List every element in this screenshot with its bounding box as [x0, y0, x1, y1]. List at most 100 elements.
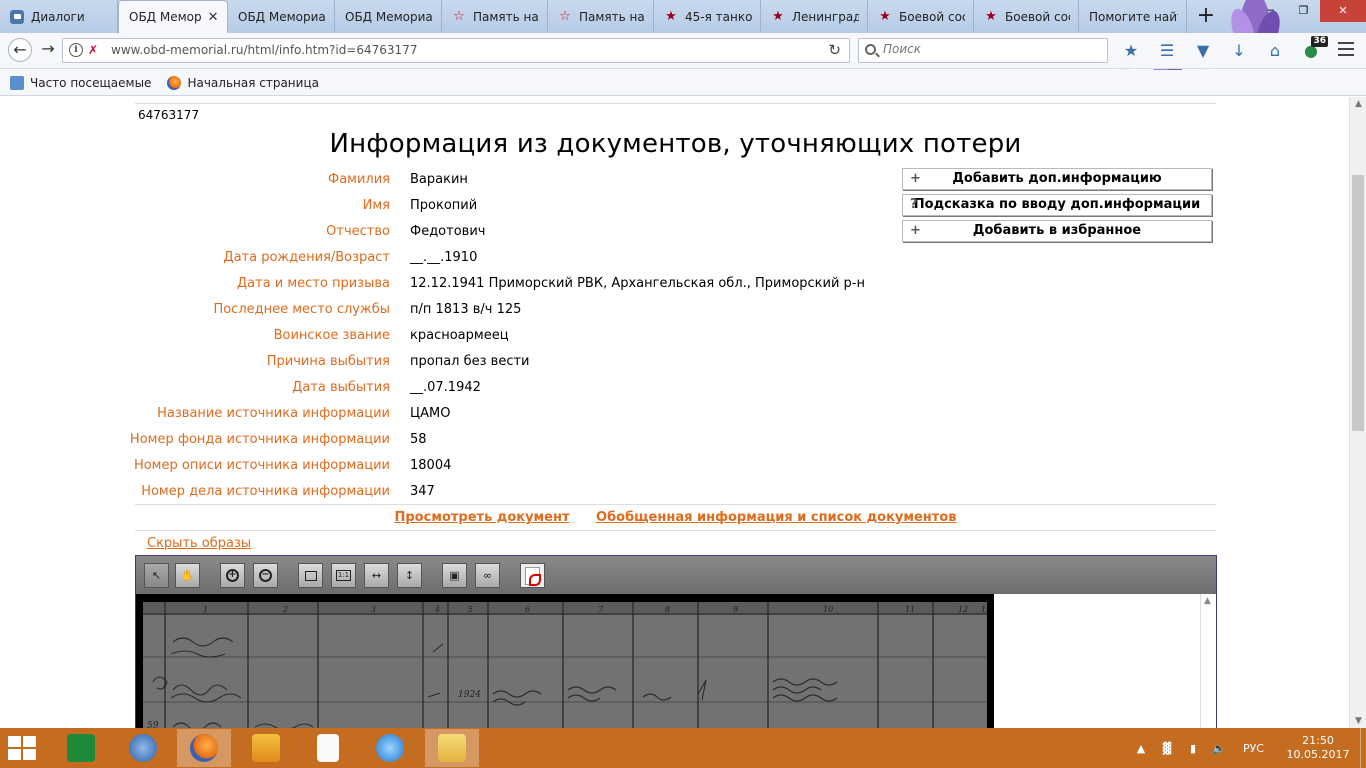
input-hint-button[interactable]: ? Подсказка по вводу доп.информации — [902, 194, 1212, 216]
firefox-icon — [167, 75, 182, 90]
reload-icon[interactable]: ↻ — [828, 41, 841, 59]
clock-date: 10.05.2017 — [1286, 748, 1350, 761]
field-row: Название источника информации ЦАМО — [135, 400, 895, 426]
scan-column-number: 12 — [958, 605, 968, 614]
minimize-icon[interactable]: ─ — [1254, 0, 1287, 22]
tab-label: ОБД Мемориал — [238, 9, 326, 24]
tray-arrow-icon[interactable]: ▲ — [1133, 742, 1149, 755]
scan-year: 1924 — [458, 690, 481, 700]
add-info-button[interactable]: + Добавить доп.информацию — [902, 168, 1212, 190]
link-icon[interactable]: ∞ — [475, 563, 500, 588]
tab-4[interactable]: ОБД Мемориал — [335, 0, 442, 33]
tab-3[interactable]: ОБД Мемориал — [228, 0, 335, 33]
field-label: Номер дела источника информации — [141, 484, 390, 499]
add-favorite-button[interactable]: + Добавить в избранное — [902, 220, 1212, 242]
url-text[interactable]: www.obd-memorial.ru/html/info.htm?id=647… — [111, 43, 417, 57]
app-badge-icon[interactable] — [239, 729, 293, 767]
pocket-icon[interactable]: ▼ — [1190, 40, 1216, 62]
zoom-in-icon[interactable]: + — [220, 563, 245, 588]
language-indicator[interactable]: РУС — [1243, 742, 1264, 755]
button-label: Добавить в избранное — [972, 223, 1142, 238]
scroll-up-icon[interactable]: ▲ — [1350, 99, 1366, 109]
bookmark-star-icon[interactable]: ★ — [1118, 40, 1144, 62]
page-scrollbar[interactable]: ▲ ▼ — [1349, 97, 1366, 728]
field-row: Номер описи источника информации 18004 — [134, 452, 895, 478]
tab-label: Память нар — [579, 9, 645, 24]
search-box[interactable] — [858, 38, 1108, 63]
page-title: Информация из документов, уточняющих пот… — [329, 129, 1022, 159]
actual-size-icon[interactable]: 1:1 — [331, 563, 356, 588]
menu-icon[interactable] — [1338, 42, 1354, 56]
hide-images-link[interactable]: Скрыть образы — [147, 536, 251, 551]
field-label: Название источника информации — [157, 406, 390, 421]
volume-icon[interactable]: 🔈 — [1211, 742, 1227, 755]
field-row: Номер фонда источника информации 58 — [130, 426, 895, 452]
tab-1[interactable]: Диалоги — [0, 0, 118, 33]
hand-tool-icon[interactable]: ✋ — [175, 563, 200, 588]
network-icon[interactable]: ▓ — [1159, 742, 1175, 755]
field-label: Отчество — [326, 224, 390, 239]
viewer-scrollbar[interactable]: ▲ — [1200, 594, 1216, 728]
clock[interactable]: 21:50 10.05.2017 — [1284, 734, 1352, 762]
select-tool-icon[interactable]: ↖ — [144, 563, 169, 588]
tracking-shield-icon[interactable]: ✗ — [88, 43, 98, 57]
plus-icon: + — [910, 223, 921, 238]
tab-8[interactable]: ★ Ленинградс — [761, 0, 868, 33]
start-icon[interactable] — [8, 736, 38, 760]
site-info-icon[interactable]: i — [69, 43, 83, 57]
extension-icon[interactable]: ● 36 — [1298, 36, 1328, 62]
view-document-link[interactable]: Просмотреть документ — [395, 510, 570, 525]
system-tray: ▲ ▓ ▮ 🔈 РУС 21:50 10.05.2017 — [1133, 728, 1366, 768]
window-controls: ─ ❐ ✕ — [1254, 0, 1366, 22]
bookmark-label: Часто посещаемые — [30, 75, 152, 90]
forward-icon[interactable]: → — [36, 38, 60, 62]
dialog-icon — [10, 9, 24, 24]
summary-link[interactable]: Обобщенная информация и список документо… — [596, 510, 956, 525]
search-input[interactable] — [883, 42, 1098, 56]
home-icon[interactable]: ⌂ — [1262, 40, 1288, 62]
bookmark-home[interactable]: Начальная страница — [167, 75, 319, 90]
field-label: Номер описи источника информации — [133, 458, 390, 473]
bookmarks-menu-icon[interactable]: ☰ — [1154, 40, 1180, 62]
pdf-icon[interactable] — [520, 563, 545, 588]
save-icon[interactable]: ▣ — [442, 563, 467, 588]
document-icon[interactable] — [301, 729, 355, 767]
battery-icon[interactable]: ▮ — [1185, 742, 1201, 755]
new-tab-button[interactable]: + — [1194, 4, 1218, 28]
internet-explorer-icon[interactable] — [363, 729, 417, 767]
bookmark-frequent[interactable]: Часто посещаемые — [10, 75, 152, 90]
tab-7[interactable]: ★ 45-я танков — [654, 0, 761, 33]
tab-6[interactable]: ☆ Память нар — [548, 0, 654, 33]
tab-10[interactable]: ★ Боевой сос — [974, 0, 1079, 33]
window-close-icon[interactable]: ✕ — [1320, 0, 1366, 22]
tab-9[interactable]: ★ Боевой сост — [868, 0, 974, 33]
scroll-down-icon[interactable]: ▼ — [1350, 716, 1366, 726]
tab-11[interactable]: Помогите найт — [1079, 0, 1187, 33]
notification-badge: 36 — [1311, 36, 1328, 47]
tab-5[interactable]: ☆ Память нар — [442, 0, 548, 33]
fit-page-icon[interactable] — [298, 563, 323, 588]
firefox-taskbar-icon[interactable] — [177, 729, 231, 767]
page-viewport: 64763177 Информация из документов, уточн… — [0, 97, 1349, 728]
scroll-thumb[interactable] — [1352, 175, 1364, 431]
scan-column-number: 11 — [905, 605, 915, 614]
downloads-icon[interactable]: ↓ — [1226, 40, 1252, 62]
back-icon[interactable]: ← — [8, 38, 32, 62]
store-icon[interactable] — [54, 729, 108, 767]
field-label: Дата выбытия — [292, 380, 390, 395]
show-desktop-button[interactable] — [1360, 728, 1366, 768]
search-icon — [865, 44, 876, 55]
tab-label: Диалоги — [31, 9, 85, 24]
fit-width-icon[interactable]: ↔ — [364, 563, 389, 588]
scan-column-number: 3 — [371, 605, 376, 614]
file-explorer-icon[interactable] — [425, 729, 479, 767]
zoom-out-icon[interactable]: − — [253, 563, 278, 588]
field-row: Дата выбытия __.07.1942 — [135, 374, 895, 400]
scan-column-number: 2 — [282, 605, 288, 614]
restore-icon[interactable]: ❐ — [1287, 0, 1320, 22]
tab-close-icon[interactable]: ✕ — [208, 10, 219, 25]
tab-2[interactable]: ОБД Мемор ✕ — [118, 0, 228, 33]
fit-height-icon[interactable]: ↕ — [397, 563, 422, 588]
thunderbird-icon[interactable] — [116, 729, 170, 767]
url-bar[interactable]: i ✗ www.obd-memorial.ru/html/info.htm?id… — [62, 38, 850, 63]
